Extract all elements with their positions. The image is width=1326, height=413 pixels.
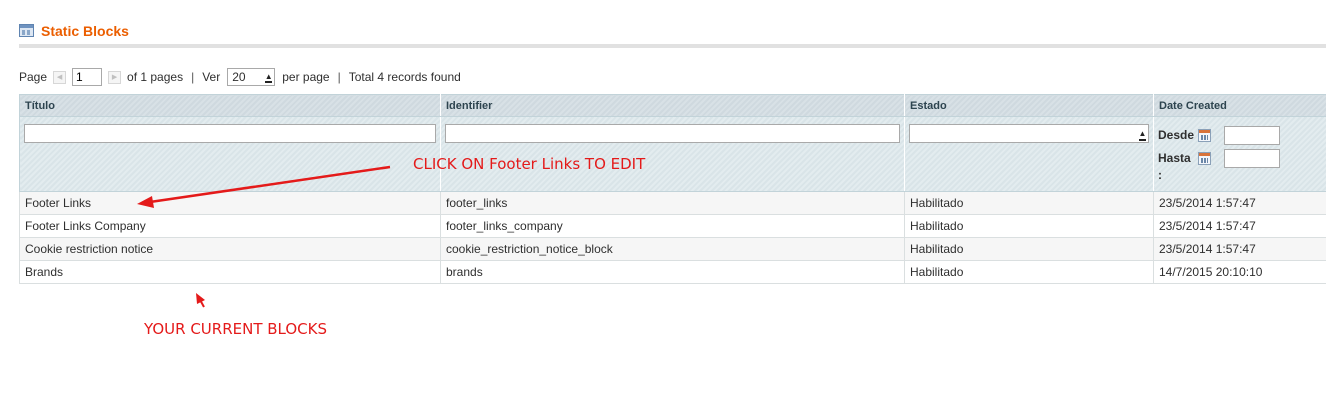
row-date-created[interactable]: 14/7/2015 20:10:10: [1153, 260, 1326, 284]
next-page-icon[interactable]: ▶: [108, 70, 122, 84]
per-page-value: 20: [232, 70, 246, 84]
filter-cell-identifier: [440, 116, 905, 192]
pager: Page ◀ ▶ of 1 pages | Ver 20 ▲ per page …: [19, 67, 461, 87]
date-to-colon: :: [1158, 168, 1162, 182]
column-header-identifier[interactable]: Identifier: [440, 94, 905, 117]
annotation-blocks-hint: YOUR CURRENT BLOCKS: [144, 320, 327, 338]
date-to-row: Hasta: [1158, 147, 1322, 169]
chevron-down-icon: ▲: [1138, 127, 1147, 141]
page-title: Static Blocks: [41, 23, 129, 39]
prev-page-icon[interactable]: ◀: [53, 70, 67, 84]
date-to-input[interactable]: [1224, 148, 1280, 168]
row-identifier[interactable]: footer_links_company: [440, 214, 905, 238]
row-date-created[interactable]: 23/5/2014 1:57:47: [1153, 237, 1326, 261]
arrow-to-blocks: [196, 293, 205, 308]
chevron-down-icon: ▲: [264, 70, 273, 84]
ver-label: Ver: [202, 70, 221, 84]
column-header-date-created[interactable]: Date Created: [1153, 94, 1326, 117]
row-title[interactable]: Footer Links Company: [19, 214, 441, 238]
row-status[interactable]: Habilitado: [904, 191, 1154, 215]
per-page-select[interactable]: 20 ▲: [227, 68, 276, 86]
status-filter-select[interactable]: ▲: [909, 124, 1149, 143]
row-status[interactable]: Habilitado: [904, 237, 1154, 261]
table-row[interactable]: Footer Links footer_links Habilitado 23/…: [19, 191, 1326, 215]
row-status[interactable]: Habilitado: [904, 214, 1154, 238]
per-page-label: per page: [282, 70, 330, 84]
identifier-filter-input[interactable]: [445, 124, 900, 143]
calendar-icon[interactable]: [1198, 128, 1211, 142]
page-number-input[interactable]: [72, 68, 103, 86]
table-row[interactable]: Brands brands Habilitado 14/7/2015 20:10…: [19, 260, 1326, 284]
table-row[interactable]: Cookie restriction notice cookie_restric…: [19, 237, 1326, 261]
row-title[interactable]: Footer Links: [19, 191, 441, 215]
table-row[interactable]: Footer Links Company footer_links_compan…: [19, 214, 1326, 238]
date-from-row: Desde: [1158, 124, 1322, 146]
date-from-label: Desde: [1158, 128, 1195, 142]
date-from-input[interactable]: [1224, 125, 1280, 145]
pager-separator: |: [337, 70, 341, 84]
row-title[interactable]: Brands: [19, 260, 441, 284]
calendar-icon[interactable]: [1198, 151, 1211, 165]
row-title[interactable]: Cookie restriction notice: [19, 237, 441, 261]
column-header-status[interactable]: Estado: [904, 94, 1154, 117]
of-pages-text: of 1 pages: [127, 70, 184, 84]
row-date-created[interactable]: 23/5/2014 1:57:47: [1153, 214, 1326, 238]
pager-separator: |: [191, 70, 195, 84]
row-status[interactable]: Habilitado: [904, 260, 1154, 284]
grid-filter-row: ▲ Desde Hasta :: [19, 116, 1326, 192]
filter-cell-status: ▲: [904, 116, 1154, 192]
row-identifier[interactable]: brands: [440, 260, 905, 284]
static-blocks-grid: Título Identifier Estado Date Created ▲ …: [19, 94, 1326, 284]
grid-icon: [19, 24, 34, 37]
row-date-created[interactable]: 23/5/2014 1:57:47: [1153, 191, 1326, 215]
filter-cell-title: [19, 116, 441, 192]
grid-header-row: Título Identifier Estado Date Created: [19, 94, 1326, 117]
column-header-title[interactable]: Título: [19, 94, 441, 117]
annotation-click-hint: CLICK ON Footer Links TO EDIT: [413, 155, 646, 173]
row-identifier[interactable]: cookie_restriction_notice_block: [440, 237, 905, 261]
page-header: Static Blocks: [19, 18, 1326, 48]
filter-cell-date: Desde Hasta :: [1153, 116, 1326, 192]
total-records: Total 4 records found: [348, 70, 461, 84]
title-filter-input[interactable]: [24, 124, 436, 143]
row-identifier[interactable]: footer_links: [440, 191, 905, 215]
page-label: Page: [19, 70, 48, 84]
date-to-label: Hasta: [1158, 151, 1191, 165]
